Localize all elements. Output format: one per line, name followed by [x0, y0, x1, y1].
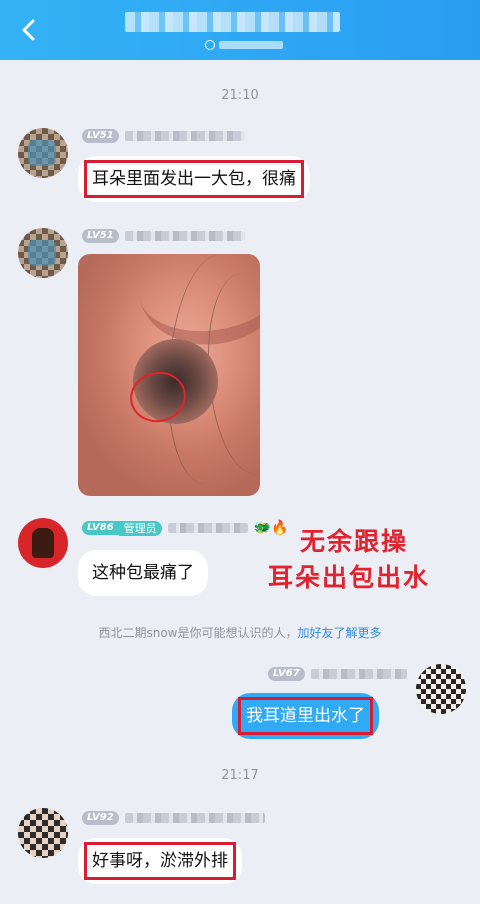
level-badge: LV67 — [268, 667, 305, 681]
sender-meta: LV86 管理员 🐲🔥 — [82, 520, 289, 536]
overlay-caption-line2: 耳朵出包出水 — [268, 563, 431, 592]
overlay-caption-line1: 无余跟操 — [300, 527, 409, 556]
add-friend-link[interactable]: 加好友了解更多 — [298, 626, 382, 640]
message-text: 这种包最痛了 — [92, 563, 194, 583]
chat-subtitle — [205, 38, 283, 52]
level-badge: LV51 — [82, 229, 119, 243]
own-message-bubble[interactable]: 我耳道里出水了 — [232, 693, 379, 739]
status-icon — [205, 40, 215, 50]
message-text: 好事呀，淤滞外排 — [84, 842, 236, 880]
sender-meta: LV51 — [82, 228, 245, 244]
message-bubble[interactable]: 耳朵里面发出一大包，很痛 — [78, 156, 310, 202]
sender-name-blurred[interactable] — [167, 523, 248, 533]
sender-name-blurred[interactable] — [124, 813, 265, 823]
chat-title-blurred[interactable] — [125, 12, 340, 32]
sender-meta: LV92 — [82, 810, 265, 826]
subtitle-blurred — [219, 41, 283, 49]
system-notice-text: 西北二期snow是你可能想认识的人， — [98, 626, 298, 640]
ear-photo[interactable] — [78, 254, 260, 496]
avatar[interactable] — [18, 128, 68, 178]
avatar[interactable] — [18, 518, 68, 568]
sender-meta: LV67 — [268, 666, 407, 682]
system-notice: 西北二期snow是你可能想认识的人，加好友了解更多 — [0, 624, 480, 641]
badge-icons: 🐲🔥 — [253, 520, 289, 536]
back-icon[interactable] — [14, 15, 44, 45]
sender-name-blurred[interactable] — [310, 669, 407, 679]
message-bubble[interactable]: 这种包最痛了 — [78, 550, 208, 596]
level-badge: LV92 — [82, 811, 119, 825]
avatar[interactable] — [18, 228, 68, 278]
sender-name-blurred[interactable] — [124, 231, 245, 241]
timestamp: 21:10 — [221, 88, 259, 103]
message-text: 耳朵里面发出一大包，很痛 — [84, 160, 304, 198]
avatar[interactable] — [416, 664, 466, 714]
message-bubble[interactable]: 好事呀，淤滞外排 — [78, 838, 242, 884]
level-badge: LV51 — [82, 129, 119, 143]
admin-badge: 管理员 — [118, 520, 162, 536]
sender-meta: LV51 — [82, 128, 245, 144]
sender-name-blurred[interactable] — [124, 131, 245, 141]
chat-header — [0, 0, 480, 60]
message-text: 我耳道里出水了 — [238, 697, 373, 735]
timestamp: 21:17 — [221, 768, 259, 783]
level-badge: LV86 — [82, 521, 119, 535]
avatar[interactable] — [18, 808, 68, 858]
